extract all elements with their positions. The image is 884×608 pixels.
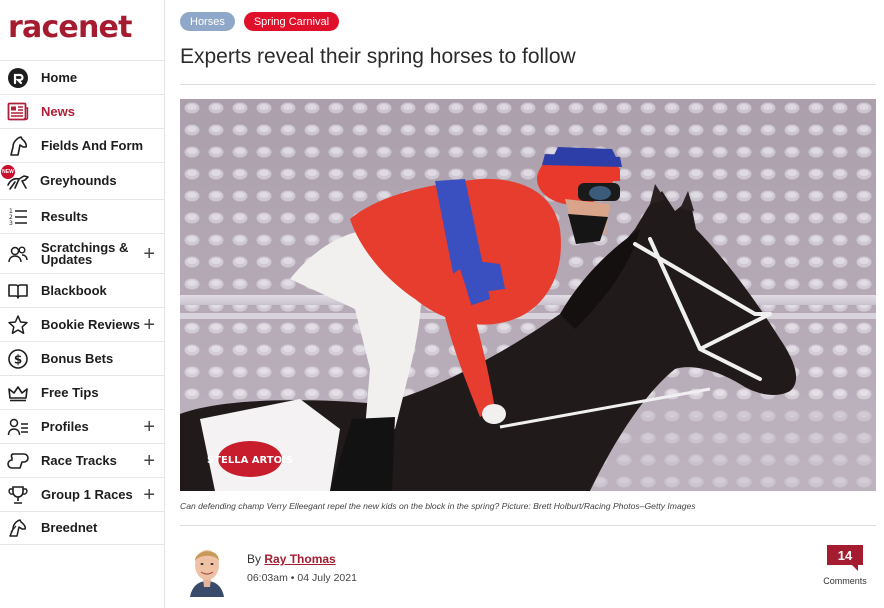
byline: By Ray Thomas	[247, 552, 336, 566]
author-row: By Ray Thomas 06:03am • 04 July 2021 14 …	[180, 537, 876, 597]
publish-date: 06:03am • 04 July 2021	[247, 572, 357, 584]
sidebar-item-group-1-races[interactable]: Group 1 Races +	[0, 477, 164, 511]
racenet-r-icon	[6, 66, 30, 90]
sidebar-item-label: Group 1 Races	[41, 486, 133, 502]
sidebar-item-bookie-reviews[interactable]: Bookie Reviews +	[0, 307, 164, 341]
newspaper-icon	[6, 100, 30, 124]
divider	[180, 525, 876, 526]
author-avatar[interactable]	[186, 541, 228, 597]
sidebar-item-greyhounds[interactable]: NEW Greyhounds	[0, 162, 164, 199]
tag-horses[interactable]: Horses	[180, 12, 235, 31]
sidebar: racenet Home News Fields And Form NEW Gr…	[0, 0, 165, 608]
hero-image: STELLA ARTOIS	[180, 99, 876, 491]
sidebar-item-label: Bonus Bets	[41, 350, 114, 366]
svg-text:$: $	[14, 352, 22, 366]
expand-plus-icon[interactable]: +	[143, 417, 155, 437]
sidebar-item-free-tips[interactable]: Free Tips	[0, 375, 164, 409]
expand-plus-icon[interactable]: +	[143, 451, 155, 471]
sidebar-item-breednet[interactable]: Breednet	[0, 511, 164, 545]
expand-plus-icon[interactable]: +	[143, 485, 155, 505]
sidebar-item-label: Home	[41, 69, 78, 85]
sidebar-item-label: Bookie Reviews	[41, 316, 140, 332]
sidebar-item-news[interactable]: News	[0, 94, 164, 128]
tag-spring-carnival[interactable]: Spring Carnival	[243, 12, 340, 31]
sidebar-item-label: Free Tips	[41, 384, 99, 400]
breednet-horse-icon	[6, 516, 30, 540]
author-link[interactable]: Ray Thomas	[264, 552, 335, 566]
greyhound-icon	[6, 169, 30, 193]
sidebar-item-label: Results	[41, 208, 88, 224]
sidebar-item-race-tracks[interactable]: Race Tracks +	[0, 443, 164, 477]
sidebar-item-label: Breednet	[41, 520, 98, 535]
sidebar-nav: Home News Fields And Form NEW Greyhounds	[0, 60, 164, 545]
numbered-list-icon: 123	[6, 205, 30, 229]
sidebar-item-blackbook[interactable]: Blackbook	[0, 273, 164, 307]
sidebar-item-label: Greyhounds	[40, 173, 117, 188]
sidebar-item-bonus-bets[interactable]: $ Bonus Bets	[0, 341, 164, 375]
sidebar-item-label: Blackbook	[41, 282, 107, 298]
sidebar-item-label: Fields And Form	[41, 137, 144, 153]
sidebar-item-label: Scratchings & Updates	[41, 239, 129, 267]
comments-label: Comments	[823, 576, 867, 586]
sidebar-item-home[interactable]: Home	[0, 60, 164, 94]
expand-plus-icon[interactable]: +	[143, 244, 155, 264]
byline-prefix: By	[247, 552, 262, 566]
track-icon	[6, 449, 30, 473]
sidebar-item-fields-and-form[interactable]: Fields And Form	[0, 128, 164, 162]
expand-plus-icon[interactable]: +	[143, 315, 155, 335]
horse-head-icon	[6, 134, 30, 158]
image-caption: Can defending champ Verry Elleegant repe…	[180, 501, 696, 511]
racenet-logo[interactable]: racenet	[8, 10, 132, 45]
users-icon	[6, 242, 30, 266]
star-icon	[6, 313, 30, 337]
comments-count: 14	[827, 545, 863, 571]
sidebar-item-label: Profiles	[41, 418, 89, 434]
publish-day: 04 July 2021	[297, 572, 357, 584]
trophy-icon	[6, 483, 30, 507]
article-title: Experts reveal their spring horses to fo…	[180, 45, 576, 68]
sidebar-item-profiles[interactable]: Profiles +	[0, 409, 164, 443]
publish-time: 06:03am	[247, 572, 288, 584]
sidebar-item-results[interactable]: 123 Results	[0, 199, 164, 233]
svg-text:3: 3	[9, 220, 13, 227]
article-tags: Horses Spring Carnival	[180, 12, 340, 31]
saddlecloth-text: STELLA ARTOIS	[207, 455, 293, 466]
sidebar-item-scratchings[interactable]: Scratchings & Updates +	[0, 233, 164, 273]
dollar-icon: $	[6, 347, 30, 371]
crown-icon	[6, 381, 30, 405]
book-icon	[6, 279, 30, 303]
sidebar-item-label: Race Tracks	[41, 452, 117, 468]
comments-button[interactable]: 14 Comments	[820, 545, 870, 586]
divider	[180, 84, 876, 85]
person-list-icon	[6, 415, 30, 439]
sidebar-item-label: News	[41, 103, 75, 119]
